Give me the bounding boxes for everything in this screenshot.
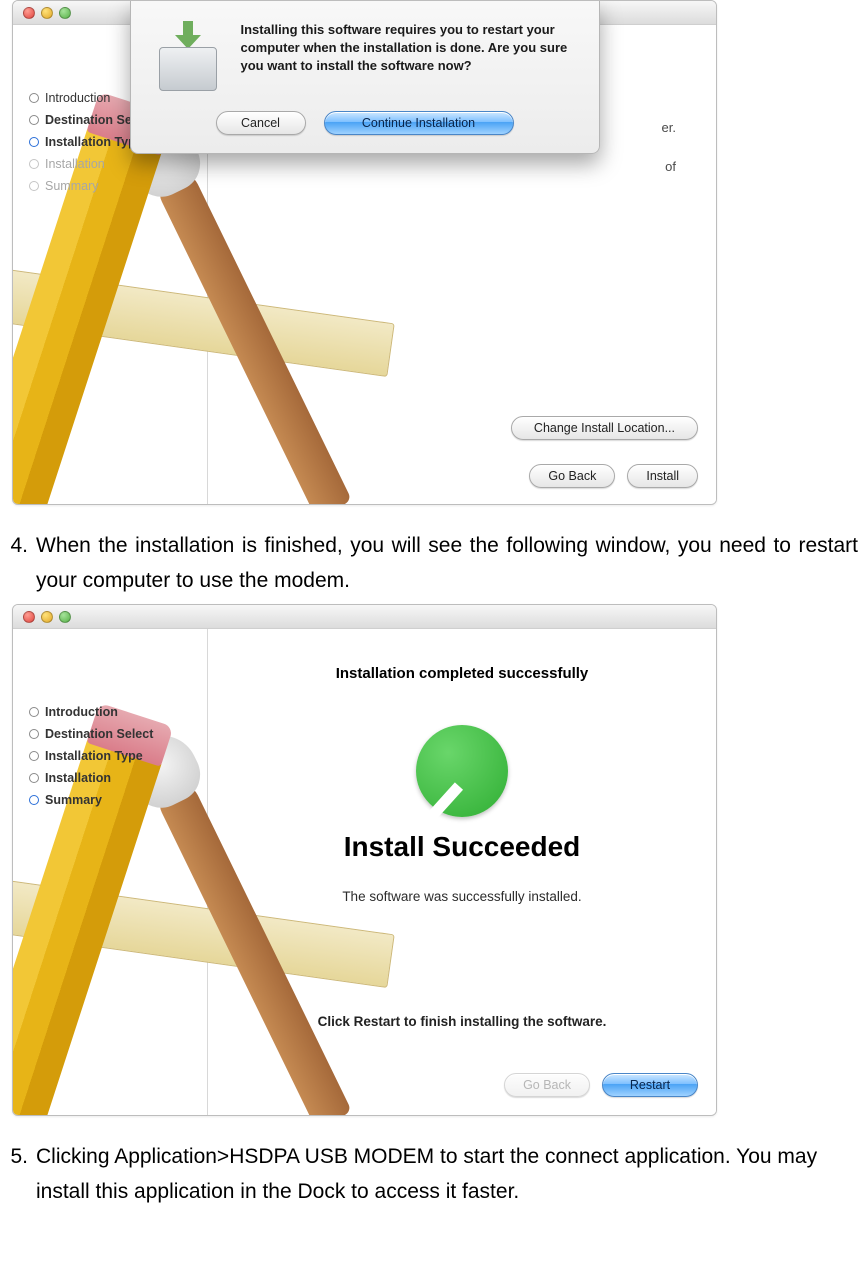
installer-sidebar: Introduction Destination Select Installa… [13,629,207,1115]
bullet-icon [29,181,39,191]
sidebar-step-installation: Installation [29,153,197,175]
sidebar-item-label: Destination Select [45,727,153,741]
bullet-icon [29,137,39,147]
close-icon[interactable] [23,611,35,623]
zoom-icon[interactable] [59,611,71,623]
step-text: Clicking Application>HSDPA USB MODEM to … [36,1140,862,1209]
success-title: Install Succeeded [208,831,716,863]
nav-button-row: Go Back Install [529,464,698,488]
bullet-icon [29,751,39,761]
sidebar-item-label: Installation Type [45,749,143,763]
confirm-restart-sheet: Installing this software requires you to… [130,1,600,154]
success-subtext: The software was successfully installed. [208,889,716,904]
sidebar-step-summary: Summary [29,789,197,811]
sidebar-item-label: Summary [45,793,102,807]
installer-content: Installation completed successfully Inst… [207,629,716,1115]
success-check-icon [416,725,508,817]
go-back-button[interactable]: Go Back [529,464,615,488]
nav-button-row: Go Back Restart [504,1073,698,1097]
obscured-text: of [665,159,676,174]
restart-button[interactable]: Restart [602,1073,698,1097]
install-disk-icon [153,21,223,91]
go-back-button: Go Back [504,1073,590,1097]
sidebar-item-label: Installation [45,771,111,785]
doc-step-4: 4. When the installation is finished, yo… [0,513,862,598]
minimize-icon[interactable] [41,611,53,623]
sheet-message: Installing this software requires you to… [241,21,577,91]
bullet-icon [29,707,39,717]
sidebar-step-introduction: Introduction [29,701,197,723]
restart-instruction: Click Restart to finish installing the s… [208,1014,716,1029]
doc-step-5: 5. Clicking Application>HSDPA USB MODEM … [0,1124,862,1209]
sidebar-step-summary: Summary [29,175,197,197]
continue-installation-button[interactable]: Continue Installation [324,111,514,135]
installer-window-success: Introduction Destination Select Installa… [12,604,717,1116]
bullet-icon [29,773,39,783]
install-button[interactable]: Install [627,464,698,488]
sidebar-step-destination: Destination Select [29,723,197,745]
sidebar-step-installation: Installation [29,767,197,789]
bullet-icon [29,115,39,125]
success-header: Installation completed successfully [208,665,716,682]
bullet-icon [29,795,39,805]
minimize-icon[interactable] [41,7,53,19]
cancel-button[interactable]: Cancel [216,111,306,135]
sidebar-step-install-type: Installation Type [29,745,197,767]
sidebar-item-label: Introduction [45,705,118,719]
installer-window-confirm: Introduction Destination Select Installa… [12,0,717,505]
sidebar-item-label: Summary [45,179,98,193]
sidebar-item-label: Introduction [45,91,110,105]
bullet-icon [29,729,39,739]
step-number: 4. [0,529,36,598]
sidebar-item-label: Installation Type [45,135,143,149]
change-location-row: Change Install Location... [511,416,698,440]
sidebar-item-label: Installation [45,157,105,171]
titlebar [13,605,716,629]
bullet-icon [29,159,39,169]
change-install-location-button[interactable]: Change Install Location... [511,416,698,440]
zoom-icon[interactable] [59,7,71,19]
bullet-icon [29,93,39,103]
step-text: When the installation is finished, you w… [36,529,862,598]
close-icon[interactable] [23,7,35,19]
step-number: 5. [0,1140,36,1209]
obscured-text: er. [662,120,676,135]
